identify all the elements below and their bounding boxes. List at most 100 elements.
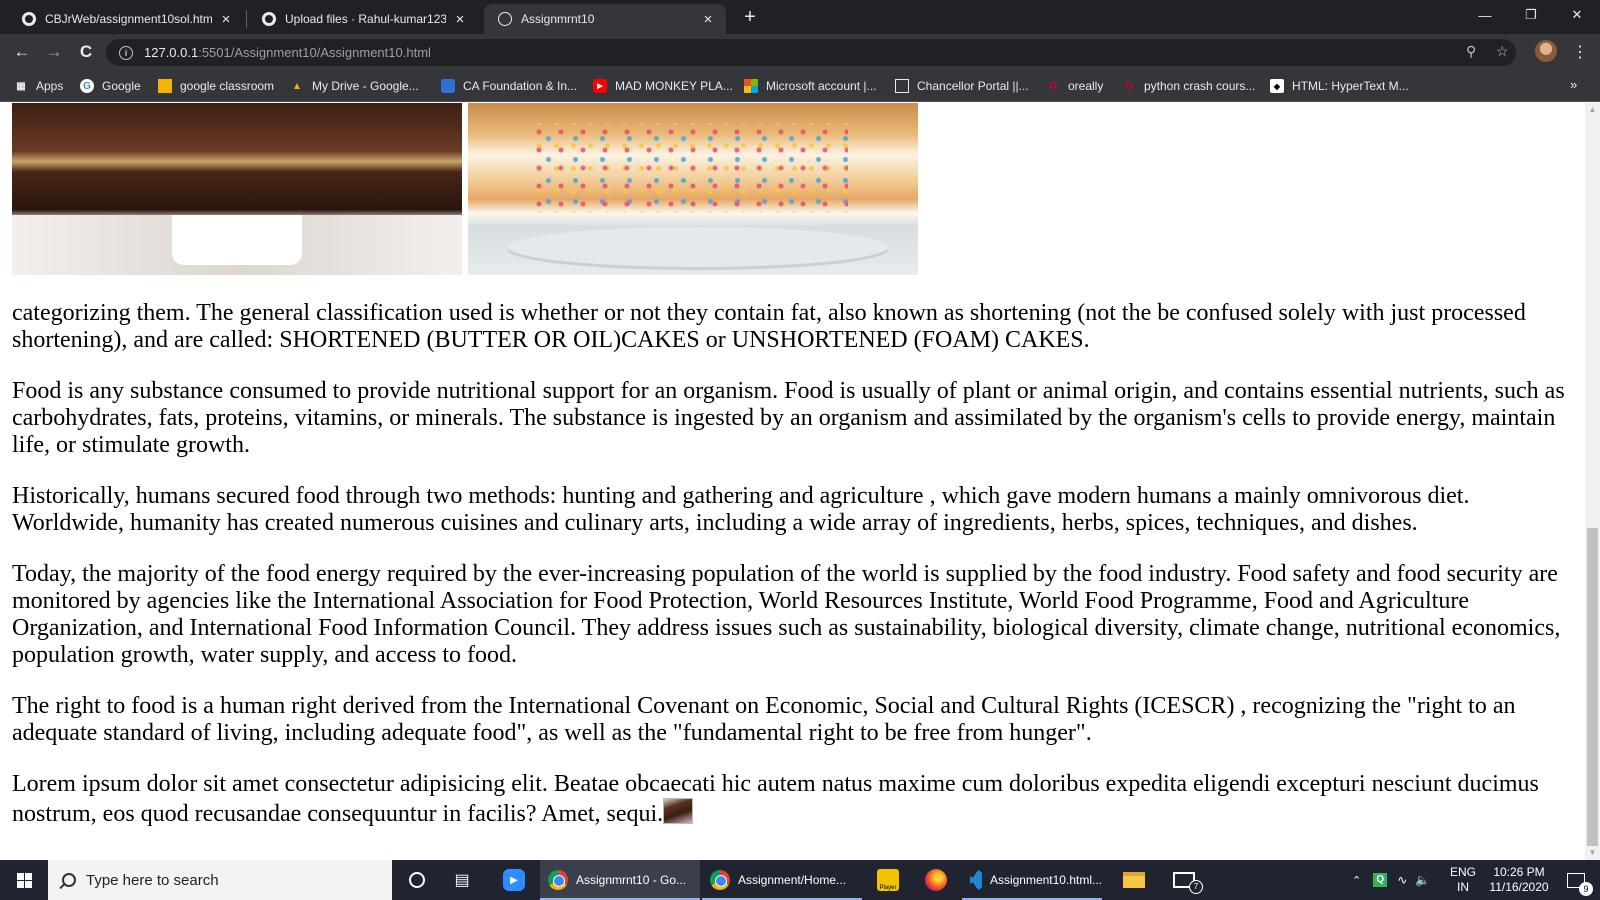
tab-assignment10sol[interactable]: CBJrWeb/assignment10sol.html × bbox=[8, 4, 244, 34]
start-button[interactable] bbox=[0, 860, 48, 900]
scroll-down-arrow-icon[interactable]: ▼ bbox=[1585, 846, 1600, 860]
tab-label: Upload files · Rahul-kumar123-b bbox=[285, 12, 446, 26]
browser-toolbar: ← → C i 127.0.0.1:5501/Assignment10/Assi… bbox=[0, 34, 1600, 70]
paragraph-food-history: Historically, humans secured food throug… bbox=[12, 483, 1470, 536]
bookmarks-bar: ▦ Apps G Google google classroom ▲ My Dr… bbox=[0, 70, 1600, 102]
scroll-up-arrow-icon[interactable]: ▲ bbox=[1585, 103, 1600, 117]
tab-label: CBJrWeb/assignment10sol.html bbox=[45, 12, 212, 26]
close-window-button[interactable]: ✕ bbox=[1554, 0, 1600, 30]
microsoft-icon bbox=[744, 79, 758, 93]
forward-button[interactable]: → bbox=[40, 38, 68, 66]
lorem-text: Lorem ipsum dolor sit amet consectetur a… bbox=[12, 771, 1539, 827]
reload-button[interactable]: C bbox=[72, 38, 100, 66]
language-indicator[interactable]: ENG IN bbox=[1450, 865, 1476, 895]
info-icon[interactable]: i bbox=[119, 45, 133, 60]
bookmark-label: My Drive - Google... bbox=[312, 79, 419, 93]
address-bar[interactable]: i 127.0.0.1:5501/Assignment10/Assignment… bbox=[106, 39, 1516, 66]
drive-icon: ▲ bbox=[292, 80, 302, 92]
new-tab-button[interactable]: + bbox=[738, 4, 762, 30]
bookmark-label: Chancellor Portal ||... bbox=[917, 79, 1029, 93]
qbittorrent-icon[interactable]: Q bbox=[1373, 873, 1388, 887]
taskbar-search-box[interactable]: Type here to search bbox=[48, 860, 392, 900]
chocolate-cake-image bbox=[12, 103, 462, 275]
bookmark-label: oreally bbox=[1068, 79, 1104, 93]
article-text: categorizing them. The general classific… bbox=[12, 300, 1572, 852]
bookmark-label: CA Foundation & In... bbox=[463, 79, 578, 93]
scrollbar-thumb[interactable] bbox=[1587, 528, 1598, 846]
chrome-icon bbox=[548, 870, 568, 890]
bookmark-html-mdn[interactable]: ◆ HTML: HyperText M... bbox=[1270, 77, 1409, 95]
tab-assignmrnt10[interactable]: Assignmrnt10 × bbox=[484, 4, 726, 34]
globe-icon bbox=[498, 12, 512, 26]
zoom-icon[interactable]: ⚲ bbox=[1466, 43, 1476, 60]
classroom-icon bbox=[158, 79, 172, 93]
player-app-icon[interactable]: Player bbox=[866, 860, 910, 900]
task-view-icon[interactable]: ▤ bbox=[440, 860, 484, 900]
bookmark-label: python crash cours... bbox=[1144, 79, 1256, 93]
taskbar-app-label: Assignmrnt10 - Go... bbox=[576, 873, 687, 887]
vertical-scrollbar[interactable]: ▲ ▼ bbox=[1585, 103, 1600, 860]
menu-icon[interactable]: ⋮ bbox=[1572, 42, 1588, 62]
page-viewport: categorizing them. The general classific… bbox=[0, 103, 1585, 860]
tab-separator bbox=[246, 10, 247, 28]
funfetti-cake-image bbox=[468, 103, 918, 275]
windows-taskbar: Type here to search ▤ ▶ Assignmrnt10 - G… bbox=[0, 860, 1600, 900]
taskbar-app-chrome-assignment-home[interactable]: Assignment/Home... bbox=[702, 860, 862, 900]
more-bookmarks-button[interactable]: » bbox=[1570, 77, 1577, 92]
clock-time: 10:26 PM bbox=[1493, 865, 1545, 879]
oreilly-icon: O bbox=[1125, 80, 1133, 92]
close-tab-icon[interactable]: × bbox=[218, 11, 234, 28]
ca-icon bbox=[441, 79, 455, 93]
bookmark-apps[interactable]: ▦ Apps bbox=[14, 77, 63, 95]
paragraph-lorem: Lorem ipsum dolor sit amet consectetur a… bbox=[12, 771, 1572, 828]
tab-label: Assignmrnt10 bbox=[521, 12, 595, 26]
bookmark-google[interactable]: G Google bbox=[80, 77, 141, 95]
url-text[interactable]: 127.0.0.1:5501/Assignment10/Assignment10… bbox=[144, 45, 431, 60]
system-clock[interactable]: 10:26 PM 11/16/2020 bbox=[1484, 865, 1554, 895]
bookmark-microsoft-account[interactable]: Microsoft account |... bbox=[744, 77, 877, 95]
notifications-icon[interactable]: 9 bbox=[1556, 860, 1596, 900]
github-icon bbox=[22, 12, 36, 26]
system-tray: ⌃ Q ∿ 🔈 bbox=[1352, 860, 1430, 900]
minimize-button[interactable]: — bbox=[1462, 0, 1508, 30]
mdn-icon: ◆ bbox=[1270, 79, 1284, 93]
firefox-icon[interactable] bbox=[914, 860, 958, 900]
google-icon: G bbox=[80, 79, 94, 93]
bookmark-ca-foundation[interactable]: CA Foundation & In... bbox=[441, 77, 577, 95]
bookmark-python-crash-course[interactable]: O python crash cours... bbox=[1122, 77, 1255, 95]
bookmark-google-classroom[interactable]: google classroom bbox=[158, 77, 274, 95]
bookmark-mad-monkey[interactable]: ▶ MAD MONKEY PLA... bbox=[593, 77, 733, 95]
bookmark-star-icon[interactable]: ☆ bbox=[1496, 43, 1509, 60]
mail-icon[interactable]: 7 bbox=[1162, 860, 1206, 900]
windows-logo-icon bbox=[16, 872, 32, 888]
mail-badge: 7 bbox=[1189, 880, 1203, 894]
restore-button[interactable]: ❐ bbox=[1508, 0, 1554, 30]
close-tab-icon[interactable]: × bbox=[700, 11, 716, 28]
paragraph-food-industry: Today, the majority of the food energy r… bbox=[12, 561, 1561, 668]
close-tab-icon[interactable]: × bbox=[452, 11, 468, 28]
profile-avatar[interactable] bbox=[1535, 40, 1557, 62]
taskbar-app-label: Assignment10.html... bbox=[989, 873, 1102, 887]
taskbar-app-label: Assignment/Home... bbox=[738, 873, 847, 887]
tab-upload-files[interactable]: Upload files · Rahul-kumar123-b × bbox=[248, 4, 478, 34]
bookmark-label: Microsoft account |... bbox=[766, 79, 877, 93]
back-button[interactable]: ← bbox=[8, 38, 36, 66]
chrome-icon bbox=[710, 870, 730, 890]
paragraph-food-definition: Food is any substance consumed to provid… bbox=[12, 378, 1565, 458]
clock-date: 11/16/2020 bbox=[1489, 880, 1549, 894]
bookmark-label: MAD MONKEY PLA... bbox=[615, 79, 733, 93]
file-explorer-icon[interactable] bbox=[1112, 860, 1156, 900]
wifi-icon[interactable]: ∿ bbox=[1397, 873, 1407, 887]
bookmark-oreally[interactable]: O oreally bbox=[1046, 77, 1103, 95]
volume-icon[interactable]: 🔈 bbox=[1415, 873, 1430, 887]
chevron-up-icon[interactable]: ⌃ bbox=[1352, 874, 1361, 887]
bookmark-chancellor-portal[interactable]: Chancellor Portal ||... bbox=[895, 77, 1029, 95]
cortana-icon[interactable] bbox=[395, 860, 439, 900]
youtube-icon: ▶ bbox=[593, 79, 607, 93]
zoom-app-icon[interactable]: ▶ bbox=[492, 860, 536, 900]
taskbar-app-chrome-assignmrnt10[interactable]: Assignmrnt10 - Go... bbox=[540, 860, 700, 900]
bookmark-label: HTML: HyperText M... bbox=[1292, 79, 1409, 93]
bookmark-label: Apps bbox=[36, 79, 64, 93]
bookmark-my-drive[interactable]: ▲ My Drive - Google... bbox=[290, 77, 419, 95]
taskbar-app-vscode[interactable]: Assignment10.html... bbox=[962, 860, 1102, 900]
